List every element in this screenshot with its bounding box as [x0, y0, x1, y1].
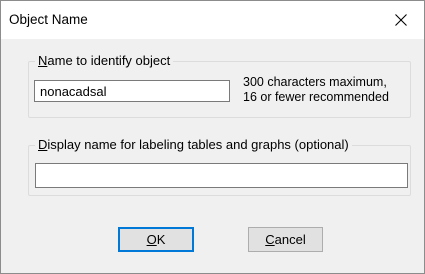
name-length-hint: 300 characters maximum, 16 or fewer reco… [243, 75, 389, 104]
name-group-label: Name to identify object [35, 53, 174, 68]
close-button[interactable] [378, 1, 424, 39]
display-name-input[interactable] [35, 163, 408, 188]
object-name-input[interactable] [34, 80, 230, 102]
display-name-group-label: Display name for labeling tables and gra… [35, 137, 352, 152]
title-bar: Object Name [1, 1, 424, 39]
ok-button[interactable]: OK [118, 227, 194, 252]
dialog-title: Object Name [9, 12, 88, 27]
close-icon [395, 14, 407, 26]
cancel-button[interactable]: Cancel [248, 227, 323, 252]
object-name-dialog: Object Name Name to identify object 300 … [0, 0, 425, 274]
